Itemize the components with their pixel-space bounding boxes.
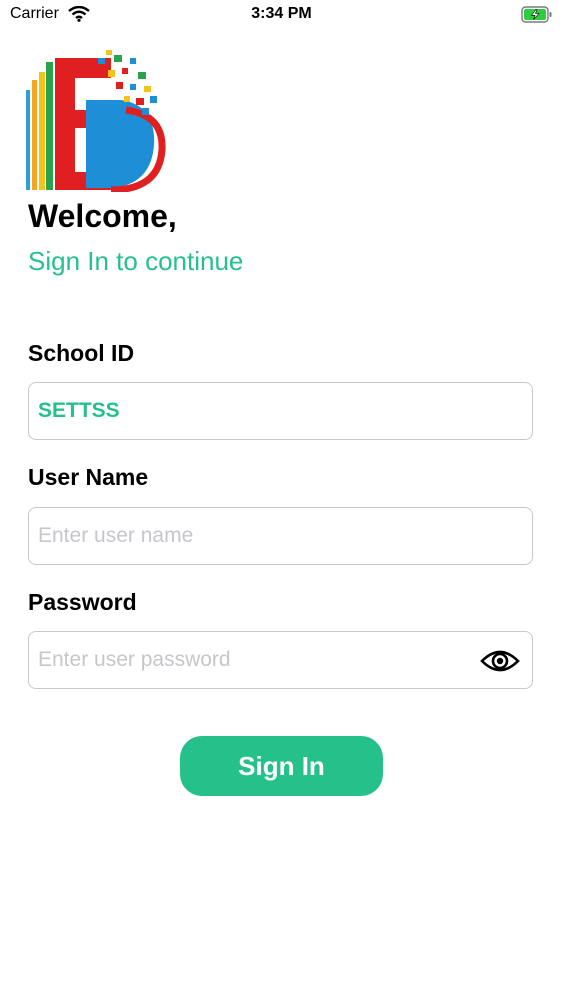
school-app-logo bbox=[26, 50, 166, 194]
status-time: 3:34 PM bbox=[251, 5, 312, 22]
sign-in-button[interactable]: Sign In bbox=[180, 736, 383, 796]
password-field-container bbox=[28, 631, 533, 689]
welcome-heading: Welcome, bbox=[28, 198, 177, 234]
password-label: Password bbox=[28, 589, 137, 615]
status-bar: Carrier 3:34 PM bbox=[0, 0, 563, 30]
eye-icon[interactable] bbox=[480, 647, 520, 675]
password-input[interactable] bbox=[38, 632, 478, 688]
sign-in-subtitle: Sign In to continue bbox=[28, 246, 244, 276]
user-name-input[interactable] bbox=[38, 508, 478, 564]
user-name-label: User Name bbox=[28, 464, 149, 490]
school-id-input[interactable] bbox=[38, 383, 478, 439]
user-name-field-container bbox=[28, 507, 533, 565]
battery-charging-icon bbox=[521, 6, 553, 28]
school-id-field-container bbox=[28, 382, 533, 440]
school-id-label: School ID bbox=[28, 340, 135, 366]
